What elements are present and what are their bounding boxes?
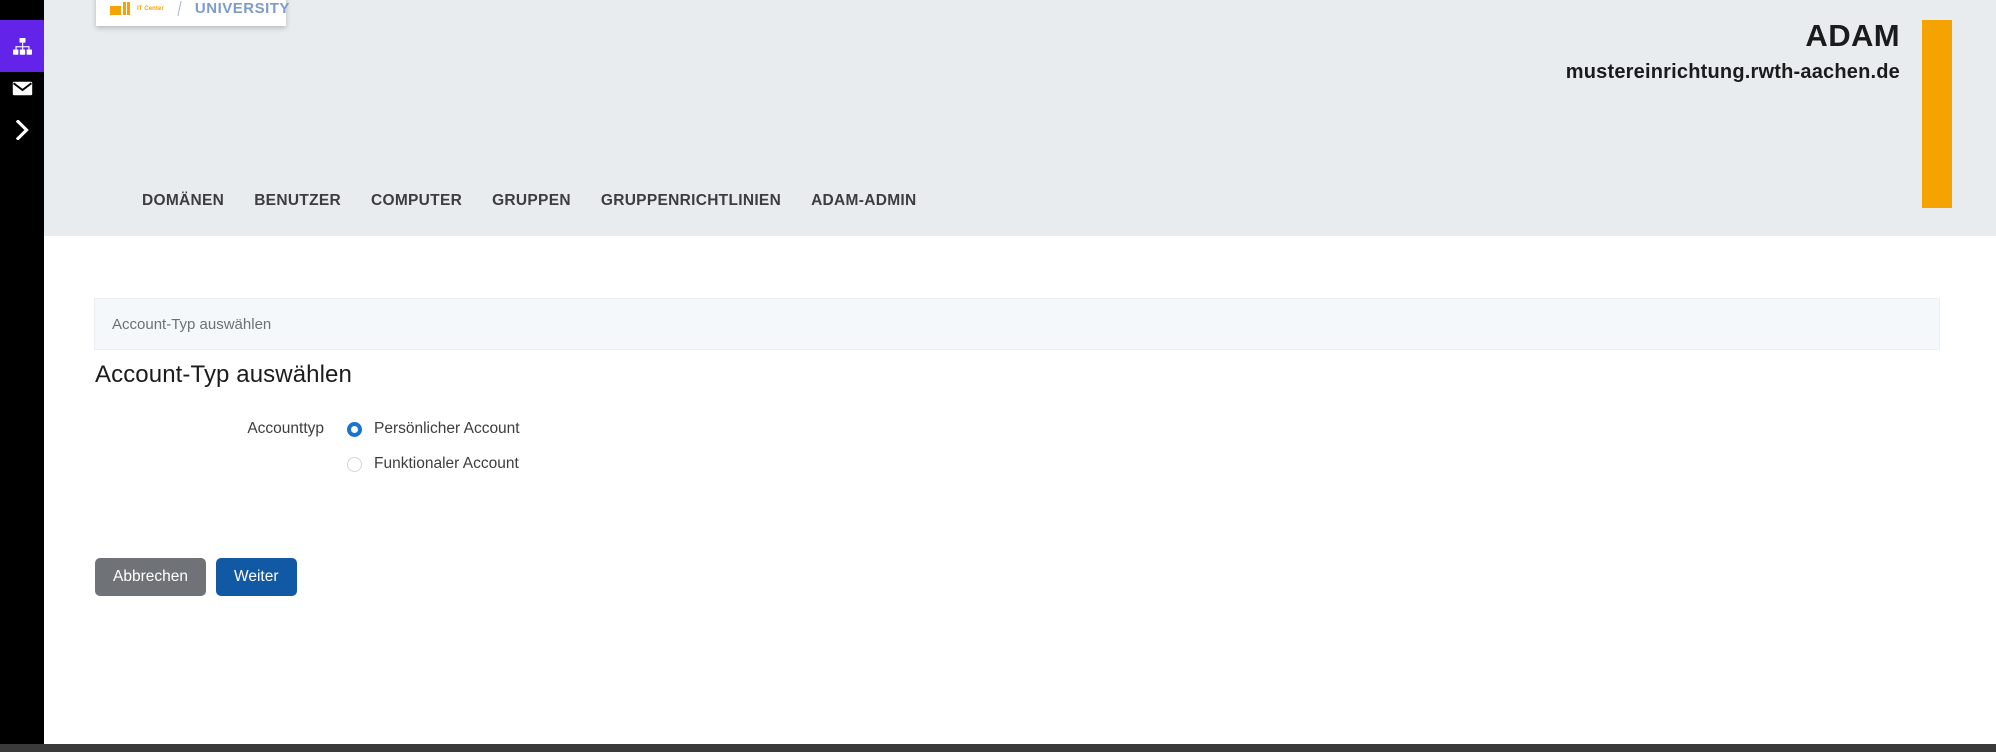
nav-item-computer[interactable]: COMPUTER [356,190,477,212]
app-title: ADAM [1805,18,1900,53]
header-title-block: ADAM mustereinrichtung.rwth-aachen.de [1566,18,1900,86]
logo-lockup: IT Center UNIVERSITY [110,0,290,17]
account-type-radio-group: Persönlicher Account Funktionaler Accoun… [347,418,520,475]
breadcrumb-label: Account-Typ auswählen [112,315,272,333]
it-center-logo-icon [110,2,130,15]
bottom-bar [0,744,1996,752]
cancel-button[interactable]: Abbrechen [95,558,206,596]
radio-selected-icon[interactable] [347,421,362,437]
page-title: Account-Typ auswählen [95,361,352,388]
breadcrumb: Account-Typ auswählen [94,298,1940,350]
envelope-icon [12,81,33,96]
sitemap-icon [12,37,32,55]
next-button[interactable]: Weiter [215,558,297,596]
account-type-form: Accounttyp Persönlicher Account Funktion… [95,418,895,472]
main-content: Account-Typ auswählen Account-Typ auswäh… [44,236,1996,744]
account-type-field: Accounttyp Persönlicher Account Funktion… [95,418,895,472]
university-label: UNIVERSITY [194,0,290,17]
nav-item-gruppen[interactable]: GRUPPEN [477,190,586,212]
radio-option-functional-label: Funktionaler Account [374,455,519,472]
logo-card[interactable]: IT Center UNIVERSITY [96,0,289,26]
chevron-right-icon [15,120,29,140]
nav-item-gruppenrichtlinien[interactable]: GRUPPENRICHTLINIEN [586,190,796,212]
logo-divider [177,1,182,16]
nav-item-benutzer[interactable]: BENUTZER [239,190,356,212]
account-type-label: Accounttyp [247,420,324,437]
sidebar-item-expand[interactable] [0,104,44,156]
radio-option-personal-label: Persönlicher Account [374,420,520,437]
sidebar-rail [0,0,44,744]
nav-item-domaenen[interactable]: DOMÄNEN [122,190,239,212]
radio-unselected-icon[interactable] [347,456,362,472]
main-nav: DOMÄNEN BENUTZER COMPUTER GRUPPEN GRUPPE… [122,190,932,212]
it-center-label: IT Center [137,5,164,12]
radio-option-personal[interactable]: Persönlicher Account [347,418,520,440]
page-header: ADAM mustereinrichtung.rwth-aachen.de DO… [44,0,1996,236]
nav-item-adam-admin[interactable]: ADAM-ADMIN [796,190,931,212]
radio-option-functional[interactable]: Funktionaler Account [347,453,520,475]
form-actions: Abbrechen Weiter [95,558,297,596]
accent-bar [1922,20,1952,208]
app-host: mustereinrichtung.rwth-aachen.de [1565,61,1900,83]
